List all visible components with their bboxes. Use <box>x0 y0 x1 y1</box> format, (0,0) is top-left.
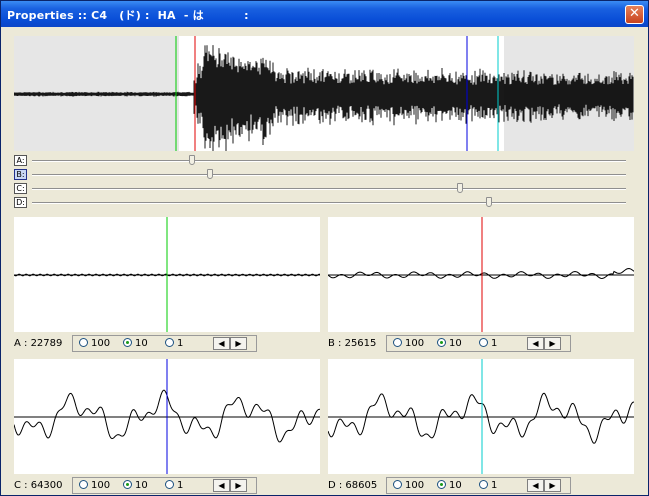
zoom-radio-1[interactable]: 1 <box>165 338 183 349</box>
prev-arrow-button[interactable]: ◀ <box>527 337 544 350</box>
zoom-radio-10[interactable]: 10 <box>123 338 148 349</box>
marker-button-a[interactable]: A: <box>14 155 27 166</box>
zoom-radio-10[interactable]: 10 <box>437 338 462 349</box>
next-arrow-button[interactable]: ▶ <box>230 479 247 492</box>
marker-button-b[interactable]: B: <box>14 169 27 180</box>
zoom-group: 100 10 1 ◀ ▶ <box>72 477 257 494</box>
channel-controls-a: A : 22789 100 10 1 ◀ ▶ <box>14 335 274 353</box>
title-bar[interactable]: Properties :: C4 (ド) : HA - は : ✕ <box>1 1 648 27</box>
radio-circle-icon[interactable] <box>165 338 174 347</box>
channel-position-label: C : 64300 <box>14 480 63 491</box>
slider-row-c: C: <box>14 183 626 195</box>
detail-panel-d[interactable] <box>328 359 634 474</box>
slider-track[interactable] <box>32 202 626 204</box>
slider-thumb[interactable] <box>207 169 214 179</box>
zoom-radio-100[interactable]: 100 <box>79 480 110 491</box>
zoom-radio-100[interactable]: 100 <box>393 338 424 349</box>
detail-panel-b[interactable] <box>328 217 634 332</box>
zoom-radio-label: 1 <box>177 480 184 491</box>
zoom-radio-label: 100 <box>91 480 111 491</box>
radio-circle-icon[interactable] <box>437 480 446 489</box>
zoom-radio-1[interactable]: 1 <box>165 480 183 491</box>
detail-panel-c[interactable] <box>14 359 320 474</box>
detail-waveform-b <box>328 217 634 332</box>
radio-circle-icon[interactable] <box>393 480 402 489</box>
zoom-radio-100[interactable]: 100 <box>79 338 110 349</box>
marker-button-c[interactable]: C: <box>14 183 27 194</box>
zoom-radio-label: 10 <box>135 338 148 349</box>
next-arrow-button[interactable]: ▶ <box>544 479 561 492</box>
zoom-radio-label: 100 <box>405 338 425 349</box>
slider-thumb[interactable] <box>189 155 196 165</box>
channel-position-label: A : 22789 <box>14 338 63 349</box>
zoom-radio-label: 10 <box>449 480 462 491</box>
slider-track[interactable] <box>32 188 626 190</box>
channel-controls-d: D : 68605 100 10 1 ◀ ▶ <box>328 477 588 495</box>
overview-waveform[interactable] <box>14 36 634 151</box>
detail-waveform-d <box>328 359 634 474</box>
next-arrow-button[interactable]: ▶ <box>230 337 247 350</box>
zoom-radio-label: 1 <box>491 338 498 349</box>
channel-position-label: D : 68605 <box>328 480 378 491</box>
prev-arrow-button[interactable]: ◀ <box>527 479 544 492</box>
zoom-radio-10[interactable]: 10 <box>123 480 148 491</box>
detail-waveform-a <box>14 217 320 332</box>
radio-circle-icon[interactable] <box>79 338 88 347</box>
radio-circle-icon[interactable] <box>123 480 132 489</box>
detail-waveform-path <box>328 392 634 444</box>
channel-position-label: B : 25615 <box>328 338 377 349</box>
zoom-radio-label: 100 <box>405 480 425 491</box>
slider-thumb[interactable] <box>486 197 493 207</box>
next-arrow-button[interactable]: ▶ <box>544 337 561 350</box>
overview-waveform-canvas <box>14 36 634 151</box>
zoom-radio-label: 10 <box>449 338 462 349</box>
slider-row-b: B: <box>14 169 626 181</box>
channel-controls-c: C : 64300 100 10 1 ◀ ▶ <box>14 477 274 495</box>
slider-track[interactable] <box>32 160 626 162</box>
zoom-radio-1[interactable]: 1 <box>479 338 497 349</box>
zoom-radio-label: 1 <box>177 338 184 349</box>
prev-arrow-button[interactable]: ◀ <box>213 337 230 350</box>
radio-circle-icon[interactable] <box>479 480 488 489</box>
zoom-group: 100 10 1 ◀ ▶ <box>386 335 571 352</box>
slider-thumb[interactable] <box>456 183 463 193</box>
marker-button-d[interactable]: D: <box>14 197 27 208</box>
zoom-radio-label: 1 <box>491 480 498 491</box>
zoom-radio-10[interactable]: 10 <box>437 480 462 491</box>
radio-circle-icon[interactable] <box>393 338 402 347</box>
radio-circle-icon[interactable] <box>123 338 132 347</box>
zoom-radio-label: 100 <box>91 338 111 349</box>
slider-row-d: D: <box>14 197 626 209</box>
detail-panel-a[interactable] <box>14 217 320 332</box>
close-button[interactable]: ✕ <box>625 5 644 24</box>
radio-circle-icon[interactable] <box>79 480 88 489</box>
detail-waveform-c <box>14 359 320 474</box>
zoom-radio-1[interactable]: 1 <box>479 480 497 491</box>
detail-waveform-path <box>328 267 634 280</box>
properties-window: Properties :: C4 (ド) : HA - は : ✕ A:B:C:… <box>0 0 649 496</box>
radio-circle-icon[interactable] <box>437 338 446 347</box>
zoom-group: 100 10 1 ◀ ▶ <box>72 335 257 352</box>
radio-circle-icon[interactable] <box>165 480 174 489</box>
zoom-radio-label: 10 <box>135 480 148 491</box>
zoom-group: 100 10 1 ◀ ▶ <box>386 477 571 494</box>
radio-circle-icon[interactable] <box>479 338 488 347</box>
prev-arrow-button[interactable]: ◀ <box>213 479 230 492</box>
zoom-radio-100[interactable]: 100 <box>393 480 424 491</box>
slider-track[interactable] <box>32 174 626 176</box>
window-title: Properties :: C4 (ド) : HA - は : <box>7 9 249 22</box>
channel-controls-b: B : 25615 100 10 1 ◀ ▶ <box>328 335 588 353</box>
slider-row-a: A: <box>14 155 626 167</box>
